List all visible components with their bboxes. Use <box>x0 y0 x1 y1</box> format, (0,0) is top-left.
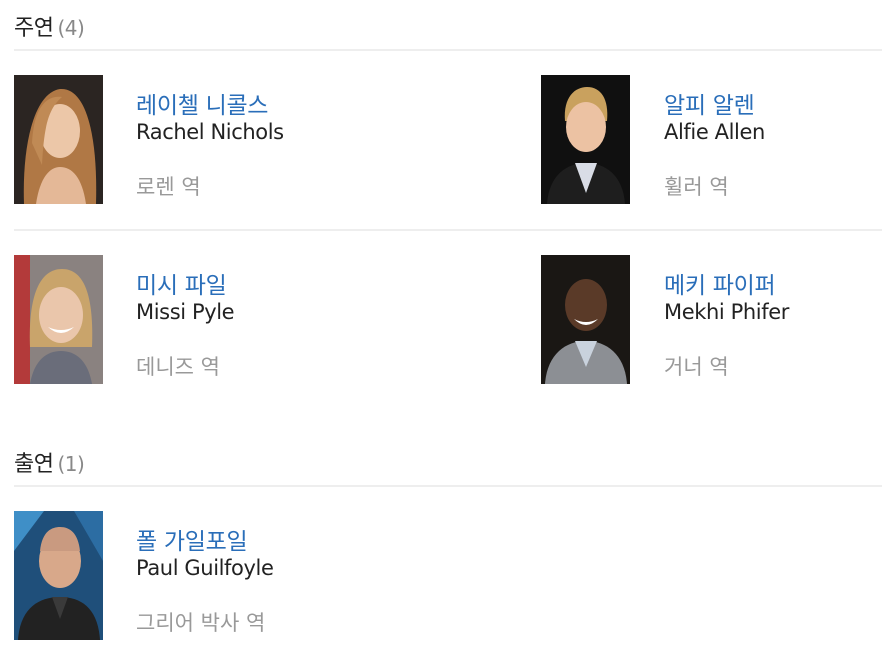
section-title-main: 주연 (4) <box>14 10 85 42</box>
cast-role: 데니즈 역 <box>136 355 220 379</box>
cast-photo-alfie-allen[interactable] <box>541 75 630 204</box>
cast-photo-missi-pyle[interactable] <box>14 255 103 384</box>
cast-name-en: Alfie Allen <box>664 120 765 144</box>
divider <box>14 485 882 487</box>
cast-name-ko[interactable]: 미시 파일 <box>136 266 227 300</box>
cast-photo-rachel-nichols[interactable] <box>14 75 103 204</box>
cast-role: 로렌 역 <box>136 175 201 199</box>
cast-photo-mekhi-phifer[interactable] <box>541 255 630 384</box>
cast-role: 그리어 박사 역 <box>136 611 266 635</box>
cast-name-ko[interactable]: 레이첼 니콜스 <box>136 86 268 120</box>
cast-role: 거너 역 <box>664 355 729 379</box>
cast-name-ko[interactable]: 메키 파이퍼 <box>664 266 776 300</box>
divider <box>14 49 882 51</box>
cast-name-en: Rachel Nichols <box>136 120 284 144</box>
cast-name-en: Missi Pyle <box>136 300 235 324</box>
section-title-main-label: 주연 <box>14 16 54 41</box>
section-title-supporting-label: 출연 <box>14 452 54 477</box>
divider <box>14 229 882 231</box>
cast-name-ko[interactable]: 폴 가일포일 <box>136 522 248 556</box>
cast-name-en: Mekhi Phifer <box>664 300 789 324</box>
cast-photo-paul-guilfoyle[interactable] <box>14 511 103 640</box>
section-supporting-count: (1) <box>57 452 85 476</box>
cast-role: 휠러 역 <box>664 175 729 199</box>
cast-name-ko[interactable]: 알피 알렌 <box>664 86 755 120</box>
section-title-supporting: 출연 (1) <box>14 446 85 478</box>
section-main-count: (4) <box>57 16 85 40</box>
cast-name-en: Paul Guilfoyle <box>136 556 274 580</box>
